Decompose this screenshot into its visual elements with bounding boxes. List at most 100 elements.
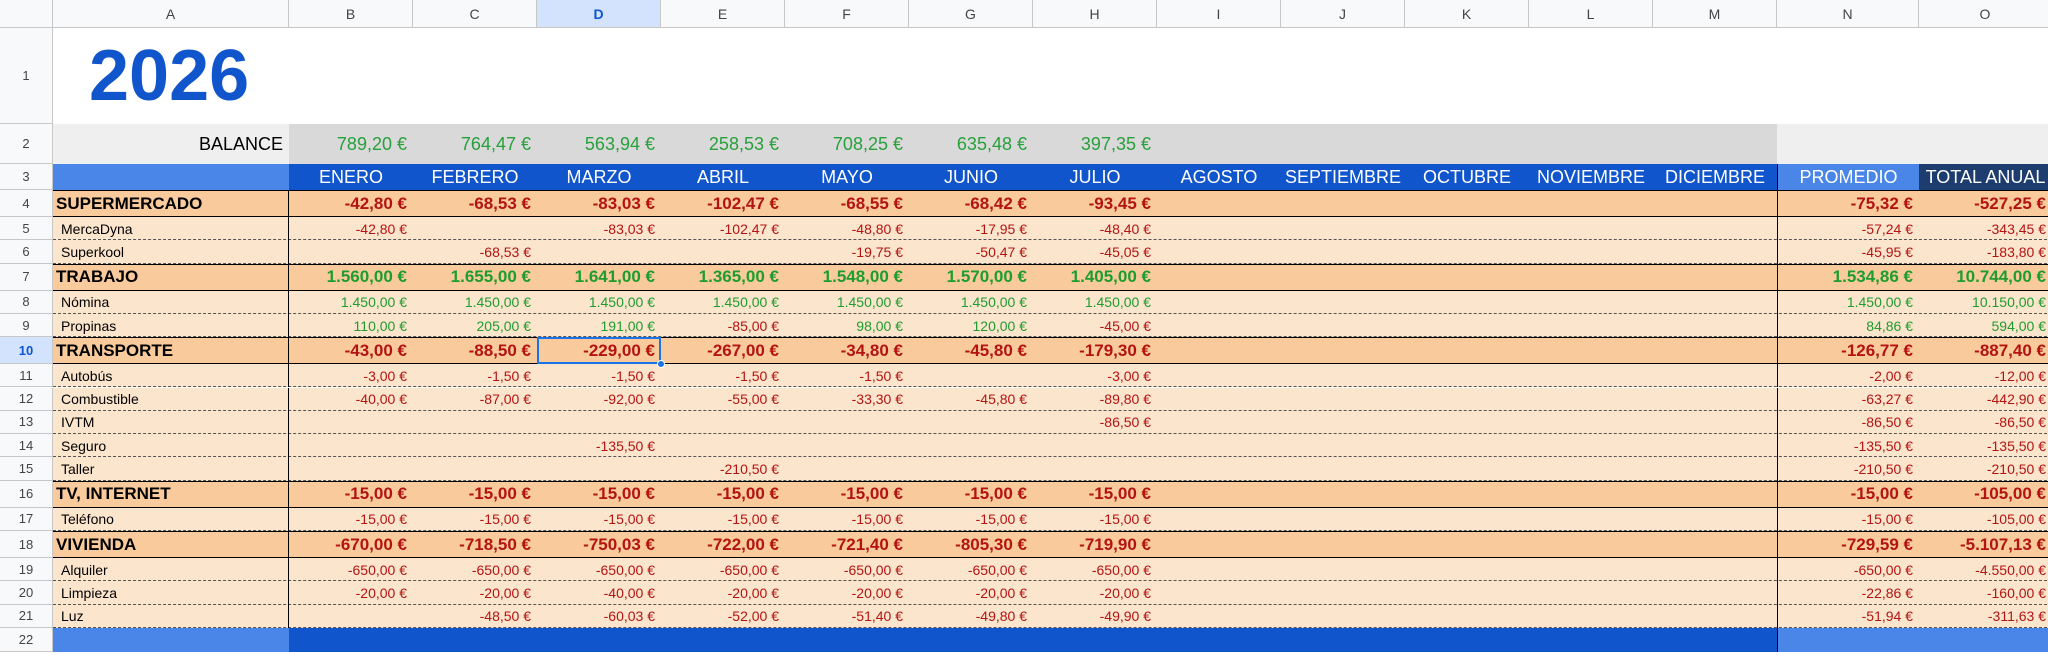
value-cell[interactable] (1405, 337, 1529, 364)
value-cell[interactable] (785, 457, 909, 480)
value-cell[interactable]: -12,00 € (1919, 364, 2048, 387)
value-cell[interactable]: -49,80 € (909, 605, 1033, 628)
value-cell[interactable]: -20,00 € (909, 581, 1033, 604)
value-cell[interactable] (537, 240, 661, 263)
value-cell[interactable]: 191,00 € (537, 314, 661, 337)
item-label[interactable]: Limpieza (53, 581, 289, 605)
value-cell[interactable]: -86,50 € (1777, 410, 1919, 435)
column-header-k[interactable]: K (1405, 0, 1529, 28)
spreadsheet-grid[interactable]: A B C D E F G H I J K L M N O 1 2 3 4 5 6 7 8 9 10 11 12 13 14 15 16 17… (0, 0, 2048, 655)
value-cell[interactable]: -40,00 € (537, 581, 661, 604)
value-cell[interactable]: -670,00 € (289, 531, 413, 558)
row-header-8[interactable]: 8 (0, 290, 53, 314)
value-cell[interactable] (1033, 434, 1157, 457)
row-header-19[interactable]: 19 (0, 558, 53, 582)
value-cell[interactable] (537, 411, 661, 434)
value-cell[interactable] (909, 411, 1033, 434)
value-cell[interactable] (1157, 264, 1281, 291)
value-cell[interactable]: 1.450,00 € (537, 291, 661, 314)
month-header[interactable]: PROMEDIO (1777, 164, 1919, 190)
value-cell[interactable] (1157, 240, 1281, 263)
value-cell[interactable]: -45,95 € (1777, 240, 1919, 264)
balance-value[interactable] (1529, 124, 1653, 164)
row-header-6[interactable]: 6 (0, 240, 53, 264)
value-cell[interactable]: -650,00 € (537, 558, 661, 581)
month-header[interactable]: TOTAL ANUAL (1919, 164, 2048, 190)
value-cell[interactable] (1529, 217, 1653, 240)
value-cell[interactable] (1405, 481, 1529, 508)
item-label[interactable]: MercaDyna (53, 217, 289, 241)
value-cell[interactable]: -17,95 € (909, 217, 1033, 240)
value-cell[interactable]: -88,50 € (413, 337, 537, 364)
value-cell[interactable] (1529, 388, 1653, 411)
value-cell[interactable]: 98,00 € (785, 314, 909, 337)
value-cell[interactable]: 1.450,00 € (289, 291, 413, 314)
month-header[interactable]: ABRIL (661, 164, 785, 190)
value-cell[interactable] (1529, 291, 1653, 314)
month-header[interactable]: SEPTIEMBRE (1281, 164, 1405, 190)
value-cell[interactable] (1405, 388, 1529, 411)
month-header[interactable]: ENERO (289, 164, 413, 190)
value-cell[interactable] (1157, 190, 1281, 217)
value-cell[interactable]: -15,00 € (1777, 480, 1919, 508)
value-cell[interactable]: -86,50 € (1919, 411, 2048, 434)
value-cell[interactable] (909, 434, 1033, 457)
value-cell[interactable] (1405, 457, 1529, 480)
column-header-a[interactable]: A (53, 0, 289, 28)
balance-value[interactable] (1777, 124, 1919, 164)
value-cell[interactable]: -15,00 € (413, 481, 537, 508)
value-cell[interactable]: -267,00 € (661, 337, 785, 364)
balance-value[interactable] (1405, 124, 1529, 164)
value-cell[interactable] (1653, 508, 1777, 531)
row-header-15[interactable]: 15 (0, 457, 53, 481)
value-cell[interactable] (1157, 508, 1281, 531)
value-cell[interactable]: -15,00 € (289, 481, 413, 508)
value-cell[interactable]: -887,40 € (1919, 337, 2048, 364)
value-cell[interactable]: -650,00 € (661, 558, 785, 581)
value-cell[interactable] (1281, 558, 1405, 581)
value-cell[interactable] (1281, 337, 1405, 364)
value-cell[interactable] (1529, 481, 1653, 508)
select-all-corner[interactable] (0, 0, 53, 28)
balance-value[interactable]: 563,94 € (537, 124, 661, 164)
value-cell[interactable]: 1.405,00 € (1033, 264, 1157, 291)
value-cell[interactable] (1405, 264, 1529, 291)
value-cell[interactable]: 110,00 € (289, 314, 413, 337)
value-cell[interactable]: -15,00 € (537, 508, 661, 531)
value-cell[interactable]: -650,00 € (1033, 558, 1157, 581)
value-cell[interactable] (1529, 190, 1653, 217)
value-cell[interactable]: -102,47 € (661, 190, 785, 217)
value-cell[interactable]: -1,50 € (661, 364, 785, 387)
value-cell[interactable] (1281, 508, 1405, 531)
month-header[interactable]: MAYO (785, 164, 909, 190)
value-cell[interactable] (1653, 531, 1777, 558)
value-cell[interactable]: -43,00 € (289, 337, 413, 364)
value-cell[interactable] (1405, 558, 1529, 581)
value-cell[interactable]: -105,00 € (1919, 481, 2048, 508)
category-label[interactable]: SUPERMERCADO (53, 190, 289, 217)
value-cell[interactable]: -126,77 € (1777, 337, 1919, 365)
value-cell[interactable] (1157, 411, 1281, 434)
value-cell[interactable] (413, 434, 537, 457)
value-cell[interactable] (785, 411, 909, 434)
value-cell[interactable]: -3,00 € (1033, 364, 1157, 387)
month-header[interactable]: JUNIO (909, 164, 1033, 190)
value-cell[interactable] (1281, 217, 1405, 240)
month-header[interactable]: OCTUBRE (1405, 164, 1529, 190)
column-header-f[interactable]: F (785, 0, 909, 28)
value-cell[interactable]: 1.560,00 € (289, 264, 413, 291)
value-cell[interactable]: -15,00 € (1033, 508, 1157, 531)
value-cell[interactable]: -40,00 € (289, 388, 413, 411)
value-cell[interactable] (1653, 190, 1777, 217)
value-cell[interactable]: 1.450,00 € (785, 291, 909, 314)
value-cell[interactable] (1405, 434, 1529, 457)
column-header-b[interactable]: B (289, 0, 413, 28)
value-cell[interactable] (909, 457, 1033, 480)
value-cell[interactable] (1653, 337, 1777, 364)
value-cell[interactable] (1281, 190, 1405, 217)
value-cell[interactable]: -42,80 € (289, 190, 413, 217)
row-header-2[interactable]: 2 (0, 124, 53, 164)
value-cell[interactable]: -721,40 € (785, 531, 909, 558)
column-header-c[interactable]: C (413, 0, 537, 28)
value-cell[interactable]: -805,30 € (909, 531, 1033, 558)
